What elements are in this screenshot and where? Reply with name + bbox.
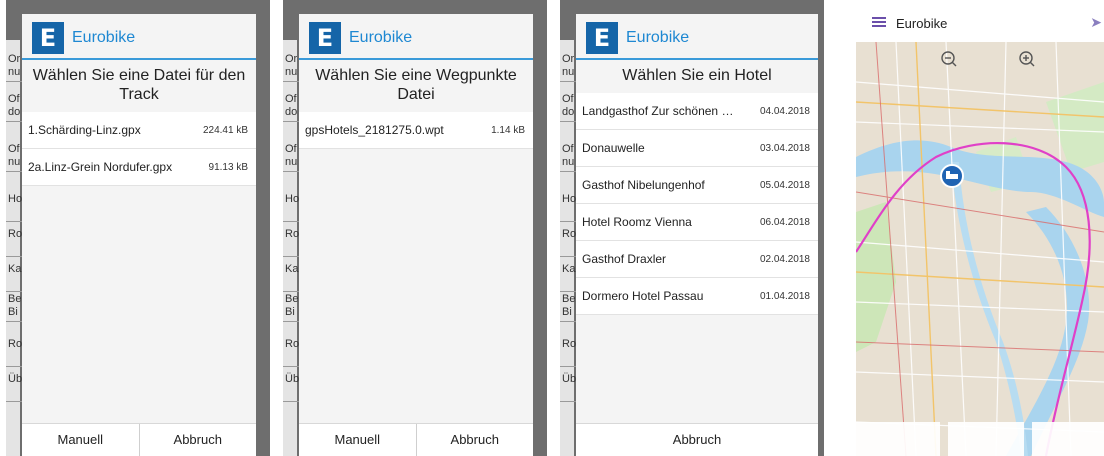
hotel-name: Hotel Roomz Vienna	[582, 215, 692, 229]
eurobike-logo-icon: E	[32, 22, 64, 54]
brand-name: Eurobike	[626, 29, 690, 46]
brand-name: Eurobike	[349, 29, 413, 46]
list-item[interactable]: Dormero Hotel Passau 01.04.2018	[576, 278, 818, 315]
background-row: Ro	[560, 335, 576, 367]
list-item[interactable]: 1.Schärding-Linz.gpx 224.41 kB	[22, 112, 256, 149]
background-row: Üb	[6, 370, 22, 402]
file-name: gpsHotels_2181275.0.wpt	[305, 123, 444, 137]
background-settings-list: Or nu Of do Of nu Ho Ro Ka Be Bi Ro Üb	[283, 40, 299, 456]
screen-track-file: Or nu Of do Of nu Ho Ro Ka Be Bi Ro Üb E…	[6, 0, 270, 456]
zoom-out-icon[interactable]	[934, 44, 956, 66]
background-row: Ro	[283, 335, 299, 367]
background-row: Of do	[283, 90, 299, 122]
background-row: Of nu	[560, 140, 576, 172]
background-row: Ro	[6, 225, 22, 257]
cancel-button[interactable]: Abbruch	[415, 424, 534, 456]
cancel-button[interactable]: Abbruch	[138, 424, 257, 456]
hotel-date: 01.04.2018	[759, 290, 810, 302]
map-app-bar: Eurobike ➤	[852, 0, 1104, 42]
waypoint-picker-dialog: E Eurobike Wählen Sie eine Wegpunkte Dat…	[299, 14, 533, 456]
background-row: Of nu	[6, 140, 22, 172]
hotel-date: 06.04.2018	[759, 216, 810, 228]
file-size: 1.14 kB	[491, 124, 525, 136]
background-settings-list: Or nu Of do Of nu Ho Ro Ka Be Bi Ro Üb	[6, 40, 22, 456]
cancel-button[interactable]: Abbruch	[576, 424, 818, 456]
hotel-picker-dialog: E Eurobike Wählen Sie ein Hotel Landgast…	[576, 14, 818, 456]
dialog-title: Wählen Sie eine Wegpunkte Datei	[315, 67, 517, 103]
list-item[interactable]: Hotel Roomz Vienna 06.04.2018	[576, 204, 818, 241]
dialog-title: Wählen Sie eine Datei für den Track	[32, 67, 246, 103]
eurobike-logo-icon: E	[586, 22, 618, 54]
map-canvas	[855, 41, 1104, 456]
hotel-name: Gasthof Nibelungenhof	[582, 178, 705, 192]
background-row: Or nu	[6, 50, 22, 82]
background-row: Ka	[6, 260, 22, 292]
background-row: Be Bi	[283, 290, 299, 322]
background-row: Or nu	[560, 50, 576, 82]
background-settings-list: Or nu Of do Of nu Ho Ro Ka Be Bi Ro Üb	[560, 40, 576, 456]
manual-button[interactable]: Manuell	[299, 424, 416, 456]
file-size: 224.41 kB	[202, 124, 248, 136]
list-item[interactable]: gpsHotels_2181275.0.wpt 1.14 kB	[299, 112, 533, 149]
list-item[interactable]: Gasthof Nibelungenhof 05.04.2018	[576, 167, 818, 204]
hotel-name: Gasthof Draxler	[582, 252, 667, 266]
dialog-header: E Eurobike	[22, 14, 256, 60]
list-item[interactable]: Donauwelle 03.04.2018	[576, 130, 818, 167]
background-row: Ka	[283, 260, 299, 292]
dialog-button-bar: Manuell Abbruch	[22, 423, 256, 456]
file-picker-dialog: E Eurobike Wählen Sie eine Datei für den…	[22, 14, 256, 456]
hotel-name: Landgasthof Zur schönen Wi…	[582, 104, 742, 118]
background-row: Ho	[283, 190, 299, 222]
background-row: Or nu	[283, 50, 299, 82]
background-row: Of nu	[283, 140, 299, 172]
hotel-list: Landgasthof Zur schönen Wi… 04.04.2018 D…	[576, 93, 818, 315]
file-list: 1.Schärding-Linz.gpx 224.41 kB 2a.Linz-G…	[22, 112, 256, 186]
hotel-marker-icon[interactable]	[940, 166, 962, 188]
menu-icon[interactable]	[872, 17, 886, 27]
background-row: Ro	[560, 225, 576, 257]
background-row: Ho	[6, 190, 22, 222]
background-row: Üb	[283, 370, 299, 402]
background-row: Ho	[560, 190, 576, 222]
eurobike-logo-icon: E	[309, 22, 341, 54]
background-row: Ro	[283, 225, 299, 257]
hotel-date: 02.04.2018	[759, 253, 810, 265]
screen-waypoint-file: Or nu Of do Of nu Ho Ro Ka Be Bi Ro Üb E…	[283, 0, 547, 456]
background-row: Of do	[6, 90, 22, 122]
file-name: 2a.Linz-Grein Nordufer.gpx	[28, 160, 173, 174]
background-row: Ro	[6, 335, 22, 367]
list-item[interactable]: Gasthof Draxler 02.04.2018	[576, 241, 818, 278]
dialog-button-bar: Abbruch	[576, 423, 818, 456]
background-row: Ka	[560, 260, 576, 292]
map-view[interactable]	[855, 41, 1104, 456]
hotel-date: 05.04.2018	[759, 179, 810, 191]
file-name: 1.Schärding-Linz.gpx	[28, 123, 141, 137]
navigation-arrow-icon[interactable]: ➤	[1090, 14, 1102, 31]
background-row: Be Bi	[6, 290, 22, 322]
background-row: Be Bi	[560, 290, 576, 322]
background-row: Of do	[560, 90, 576, 122]
dialog-button-bar: Manuell Abbruch	[299, 423, 533, 456]
list-item[interactable]: 2a.Linz-Grein Nordufer.gpx 91.13 kB	[22, 149, 256, 186]
brand-name: Eurobike	[72, 29, 136, 46]
manual-button[interactable]: Manuell	[22, 424, 139, 456]
screen-map: Eurobike ➤	[852, 0, 1104, 456]
dialog-title: Wählen Sie ein Hotel	[622, 67, 772, 84]
hotel-name: Donauwelle	[582, 141, 645, 155]
screen-hotel-select: Or nu Of do Of nu Ho Ro Ka Be Bi Ro Üb E…	[560, 0, 824, 456]
dialog-header: E Eurobike	[299, 14, 533, 60]
file-list: gpsHotels_2181275.0.wpt 1.14 kB	[299, 112, 533, 149]
hotel-date: 04.04.2018	[759, 105, 810, 117]
zoom-in-icon[interactable]	[1012, 44, 1034, 66]
hotel-date: 03.04.2018	[759, 142, 810, 154]
hotel-name: Dormero Hotel Passau	[582, 289, 704, 303]
file-size: 91.13 kB	[208, 161, 248, 173]
dialog-header: E Eurobike	[576, 14, 818, 60]
list-item[interactable]: Landgasthof Zur schönen Wi… 04.04.2018	[576, 93, 818, 130]
map-title: Eurobike	[896, 16, 948, 31]
background-row: Üb	[560, 370, 576, 402]
